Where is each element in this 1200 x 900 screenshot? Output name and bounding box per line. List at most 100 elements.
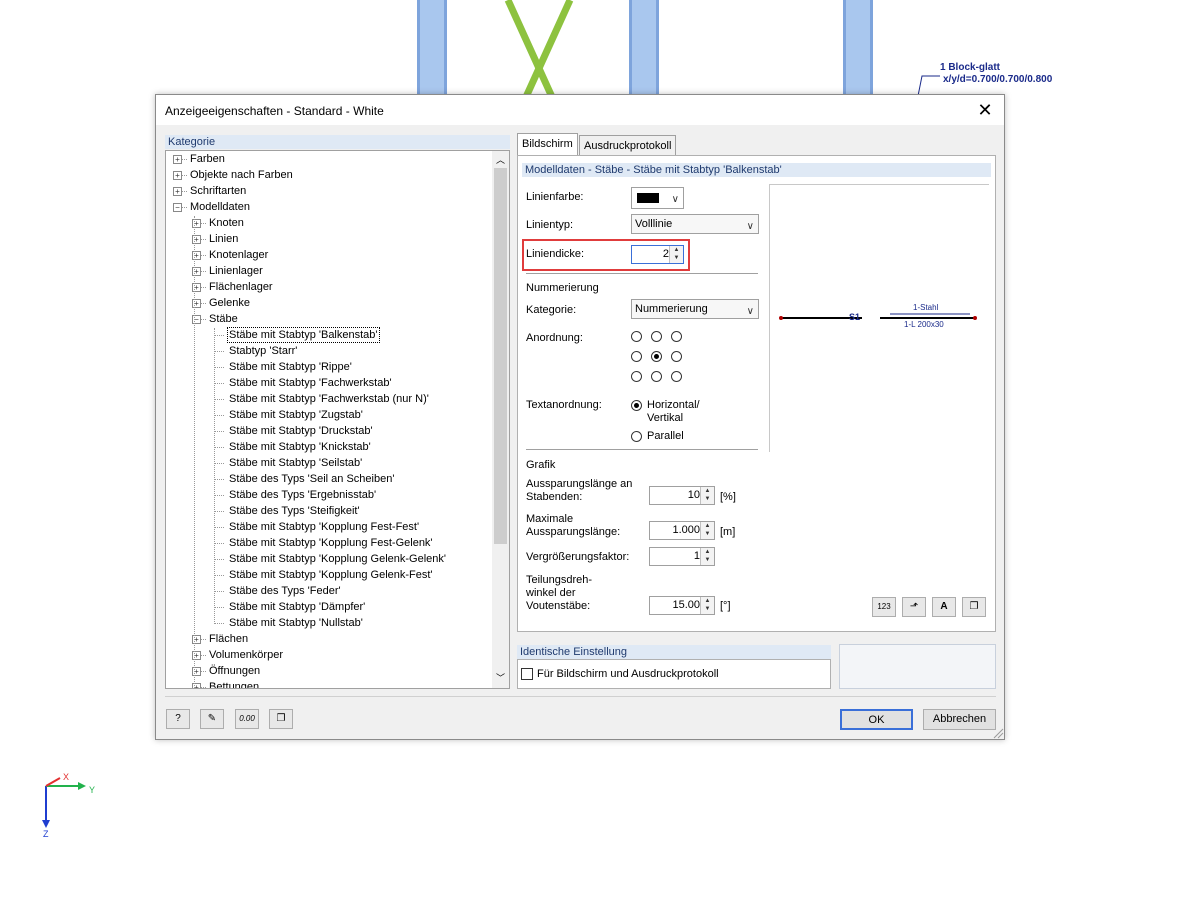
tree-item[interactable]: Knotenlager (208, 248, 269, 262)
text-horizontal-label-2: Vertikal (647, 412, 684, 424)
tree-item[interactable]: Öffnungen (208, 664, 261, 678)
arrangement-radio[interactable] (671, 351, 682, 362)
help-icon[interactable]: ? (166, 709, 190, 729)
tree-item[interactable]: Stäbe mit Stabtyp 'Knickstab' (228, 440, 372, 454)
tree-item[interactable]: Stäbe des Typs 'Ergebnisstab' (228, 488, 377, 502)
number-format-icon[interactable]: 0.00 (235, 709, 259, 729)
angle-spinner[interactable]: 15.00 ▲ ▼ (649, 596, 715, 615)
scroll-down-icon[interactable]: ﹀ (492, 671, 509, 685)
max-gap-spinner[interactable]: 1.000 ▲ ▼ (649, 521, 715, 540)
tree-item[interactable]: Stäbe (208, 312, 239, 326)
copy-icon[interactable]: ❐ (269, 709, 293, 729)
tree-item[interactable]: Stäbe mit Stabtyp 'Seilstab' (228, 456, 363, 470)
axis-z-label: Z (43, 829, 49, 839)
tree-item[interactable]: Stäbe mit Stabtyp 'Balkenstab' (227, 327, 380, 343)
line-type-select[interactable]: Volllinie ∨ (631, 214, 759, 234)
tab-bildschirm[interactable]: Bildschirm (517, 133, 578, 155)
chevron-down-icon: ∨ (746, 221, 754, 232)
scroll-thumb[interactable] (494, 168, 507, 544)
tree-item[interactable]: Farben (189, 152, 226, 166)
expand-icon[interactable]: + (173, 155, 182, 164)
arrangement-radio[interactable] (651, 351, 662, 362)
tree-item[interactable]: Stäbe mit Stabtyp 'Kopplung Fest-Gelenk' (228, 536, 434, 550)
tree-item[interactable]: Flächen (208, 632, 249, 646)
tree-connector (214, 463, 224, 464)
scroll-up-icon[interactable]: ︿ (492, 153, 509, 167)
resize-grip-icon[interactable] (992, 727, 1004, 739)
line-width-label: Liniendicke: (526, 248, 585, 260)
collapse-icon[interactable]: − (173, 203, 182, 212)
text-horizontal-radio[interactable] (631, 400, 642, 411)
close-icon[interactable]: ✕ (974, 99, 996, 121)
tree-item[interactable]: Schriftarten (189, 184, 247, 198)
arrangement-radio[interactable] (651, 331, 662, 342)
tree-item[interactable]: Stabtyp 'Starr' (228, 344, 298, 358)
tree-item[interactable]: Modelldaten (189, 200, 251, 214)
tree-item[interactable]: Stäbe des Typs 'Seil an Scheiben' (228, 472, 395, 486)
tree-item[interactable]: Stäbe mit Stabtyp 'Kopplung Gelenk-Gelen… (228, 552, 447, 566)
arrangement-radio[interactable] (631, 371, 642, 382)
tree-connector (201, 287, 206, 288)
angle-value: 15.00 (672, 599, 700, 611)
expand-icon[interactable]: + (173, 171, 182, 180)
cancel-button[interactable]: Abbrechen (923, 709, 996, 730)
tree-connector (201, 655, 206, 656)
tree-item[interactable]: Flächenlager (208, 280, 274, 294)
axis-y-label: Y (89, 785, 96, 795)
edit-icon[interactable]: ✎ (200, 709, 224, 729)
text-color-icon[interactable]: A (932, 597, 956, 617)
tree-item[interactable]: Bettungen (208, 680, 260, 688)
tree-item[interactable]: Stäbe des Typs 'Steifigkeit' (228, 504, 361, 518)
member-number: S1 (849, 312, 861, 322)
display-properties-dialog: Anzeigeeigenschaften - Standard - White … (155, 94, 1005, 740)
tree-connector (214, 543, 224, 544)
arrangement-radio[interactable] (651, 371, 662, 382)
copy-settings-icon[interactable]: ❐ (962, 597, 986, 617)
tree-connector (214, 328, 215, 624)
tree-item[interactable]: Stäbe mit Stabtyp 'Rippe' (228, 360, 353, 374)
text-parallel-radio[interactable] (631, 431, 642, 442)
tree-scrollbar[interactable]: ︿ ﹀ (492, 151, 509, 688)
arrangement-radio[interactable] (671, 371, 682, 382)
tree-item[interactable]: Stäbe mit Stabtyp 'Druckstab' (228, 424, 374, 438)
tab-ausdruckprotokoll[interactable]: Ausdruckprotokoll (579, 135, 677, 155)
spinner-arrows[interactable]: ▲ ▼ (700, 597, 714, 614)
arrangement-radio[interactable] (631, 331, 642, 342)
scale-spinner[interactable]: 1 ▲ ▼ (649, 547, 715, 566)
gap-spinner[interactable]: 10 ▲ ▼ (649, 486, 715, 505)
tree-item[interactable]: Objekte nach Farben (189, 168, 294, 182)
tree-connector (201, 639, 206, 640)
tree-item[interactable]: Stäbe mit Stabtyp 'Kopplung Gelenk-Fest' (228, 568, 434, 582)
spinner-arrows[interactable]: ▲ ▼ (669, 246, 683, 263)
arrangement-radio[interactable] (631, 351, 642, 362)
tree-item[interactable]: Gelenke (208, 296, 251, 310)
expand-icon[interactable]: + (173, 187, 182, 196)
category-tree[interactable]: + Farben + Objekte nach Farben + Schriftarten… (165, 150, 510, 689)
axes-icon[interactable]: ⬏ (902, 597, 926, 617)
arrangement-radio[interactable] (671, 331, 682, 342)
gap-value: 10 (687, 489, 700, 501)
tree-item[interactable]: Stäbe mit Stabtyp 'Fachwerkstab' (228, 376, 393, 390)
numbering-category-select[interactable]: Nummerierung ∨ (631, 299, 759, 319)
tree-item[interactable]: Stäbe mit Stabtyp 'Dämpfer' (228, 600, 366, 614)
tree-item[interactable]: Stäbe mit Stabtyp 'Zugstab' (228, 408, 364, 422)
line-color-picker[interactable]: ∨ (631, 187, 684, 209)
tree-item[interactable]: Stäbe des Typs 'Feder' (228, 584, 342, 598)
tree-item[interactable]: Stäbe mit Stabtyp 'Kopplung Fest-Fest' (228, 520, 420, 534)
tree-item[interactable]: Volumenkörper (208, 648, 284, 662)
tree-item[interactable]: Stäbe mit Stabtyp 'Fachwerkstab (nur N)' (228, 392, 430, 406)
tree-item[interactable]: Stäbe mit Stabtyp 'Nullstab' (228, 616, 364, 630)
ok-button[interactable]: OK (840, 709, 913, 730)
tree-item[interactable]: Linien (208, 232, 239, 246)
angle-unit: [°] (720, 600, 731, 612)
line-color-label: Linienfarbe: (526, 191, 584, 203)
spinner-arrows[interactable]: ▲ ▼ (700, 548, 714, 565)
tree-item[interactable]: Linienlager (208, 264, 264, 278)
identical-checkbox[interactable] (521, 668, 533, 680)
spinner-arrows[interactable]: ▲ ▼ (700, 522, 714, 539)
tree-connector (201, 671, 206, 672)
spinner-arrows[interactable]: ▲ ▼ (700, 487, 714, 504)
numbering-icon[interactable]: 123 (872, 597, 896, 617)
tree-item[interactable]: Knoten (208, 216, 245, 230)
line-width-spinner[interactable]: 2 ▲ ▼ (631, 245, 684, 264)
